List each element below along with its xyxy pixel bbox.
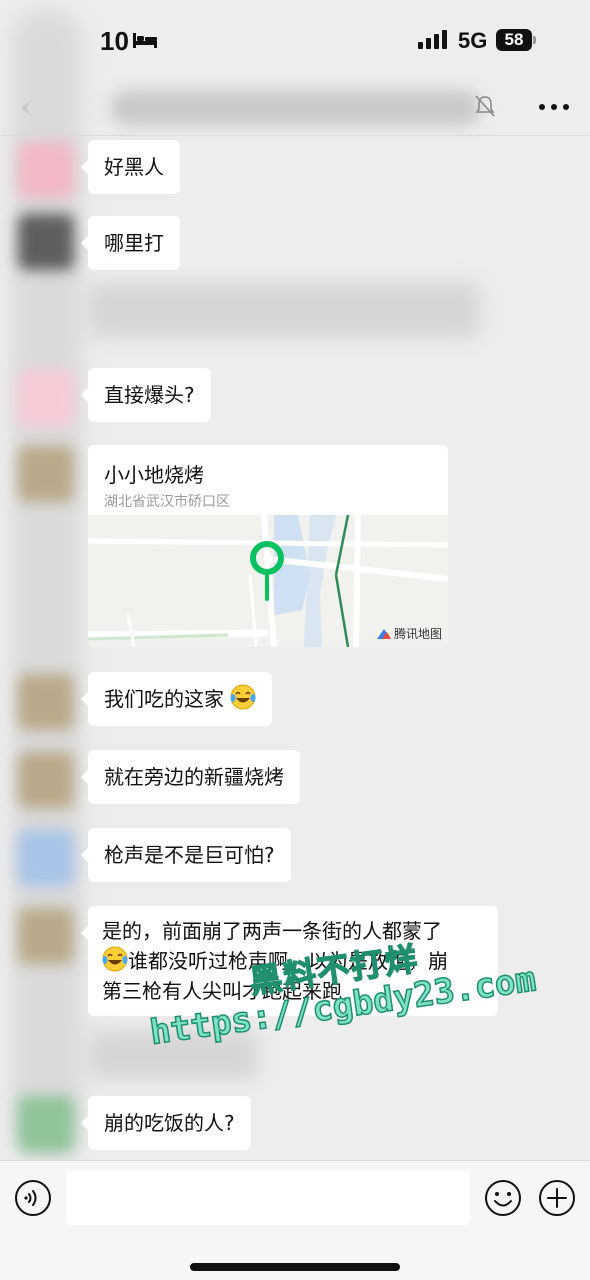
- network-type: 5G: [458, 28, 488, 53]
- location-name: 小小地烧烤: [104, 463, 204, 487]
- message-bubble[interactable]: 枪声是不是巨可怕?: [81, 828, 291, 882]
- message-text-line: 第三枪有人尖叫才跑起来跑: [102, 979, 342, 1003]
- chat-header: [0, 80, 590, 136]
- message-bubble[interactable]: 直接爆头?: [81, 368, 211, 422]
- message-bubble-blurred: [88, 1030, 258, 1080]
- status-bar: 10 5G 58: [0, 0, 590, 80]
- message-text: 谁都没听过枪声啊，以为是放炮，崩: [128, 949, 448, 973]
- message-text: 枪声是不是巨可怕?: [104, 843, 275, 867]
- battery-indicator: 58: [496, 29, 536, 51]
- message-text: 我们吃的这家: [104, 687, 224, 711]
- location-address: 湖北省武汉市硚口区: [104, 494, 230, 510]
- message-text-line: 是的，前面崩了两声一条街的人都蒙了: [102, 919, 442, 943]
- tencent-map-logo-icon: [377, 629, 391, 639]
- signal-icon: [418, 30, 447, 49]
- avatar: [18, 908, 74, 964]
- message-input[interactable]: [66, 1171, 470, 1225]
- map-preview[interactable]: 腾讯地图: [88, 514, 448, 647]
- message-bubble-blurred: [88, 282, 480, 338]
- message-bubble[interactable]: 就在旁边的新疆烧烤: [81, 750, 300, 804]
- message-bubble[interactable]: 好黑人: [81, 140, 180, 194]
- avatar: [18, 370, 74, 426]
- message-bubble[interactable]: 哪里打: [81, 216, 180, 270]
- plus-circle-icon[interactable]: [538, 1179, 576, 1217]
- message-text-line-2: 谁都没听过枪声啊，以为是放炮，崩: [102, 946, 484, 976]
- avatar: [18, 214, 74, 270]
- battery-level: 58: [496, 29, 532, 51]
- message-bubble[interactable]: 是的，前面崩了两声一条街的人都蒙了 谁都没听过枪声啊，以为是放炮，崩 第三枪有人…: [81, 906, 498, 1016]
- more-dots-icon[interactable]: [536, 92, 572, 122]
- location-card[interactable]: 小小地烧烤 湖北省武汉市硚口区 腾讯地图: [88, 445, 448, 647]
- message-text: 好黑人: [104, 155, 164, 179]
- battery-cap: [533, 36, 536, 44]
- voice-icon[interactable]: [14, 1179, 52, 1217]
- map-credit: 腾讯地图: [394, 627, 443, 641]
- laugh-cry-emoji: [230, 684, 256, 710]
- avatar: [18, 674, 74, 730]
- avatar: [18, 142, 74, 198]
- home-indicator[interactable]: [190, 1263, 400, 1271]
- emoji-smile-icon[interactable]: [484, 1179, 522, 1217]
- map-pin-icon: [250, 541, 284, 601]
- message-bubble[interactable]: 崩的吃饭的人?: [81, 1096, 251, 1150]
- message-bubble[interactable]: 我们吃的这家: [80, 672, 273, 726]
- message-text: 就在旁边的新疆烧烤: [104, 765, 284, 789]
- avatar: [18, 752, 74, 808]
- bell-muted-icon: [475, 95, 495, 117]
- message-text: 崩的吃饭的人?: [104, 1111, 235, 1135]
- input-bar: [0, 1160, 590, 1280]
- bed-icon: [133, 33, 157, 48]
- message-text: 直接爆头?: [104, 383, 195, 407]
- laugh-cry-emoji: [102, 946, 128, 972]
- chat-title-blurred: [110, 90, 480, 126]
- avatar: [18, 1096, 74, 1152]
- status-time: 10: [100, 26, 129, 56]
- message-text: 哪里打: [104, 231, 164, 255]
- avatar: [18, 446, 74, 502]
- avatar: [18, 830, 74, 886]
